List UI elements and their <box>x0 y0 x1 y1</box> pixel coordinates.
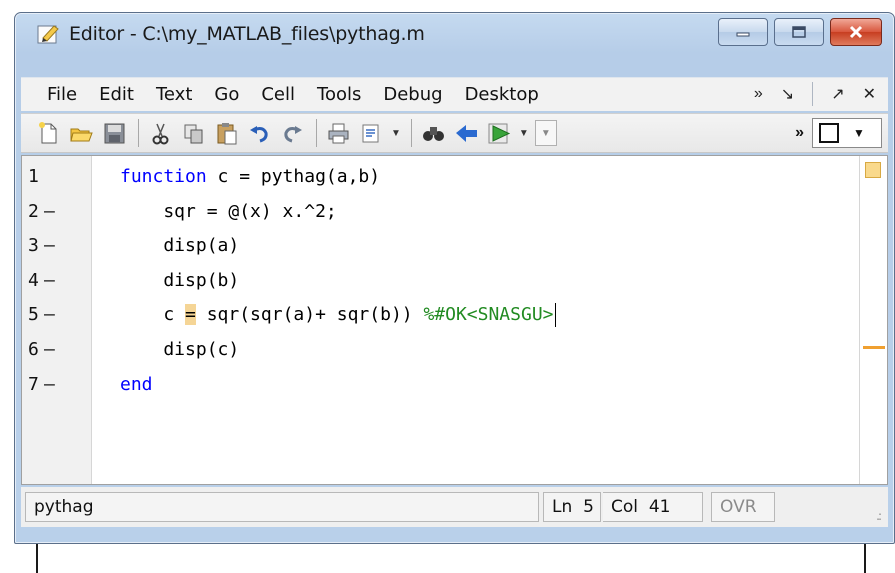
run-icon[interactable] <box>486 120 513 147</box>
code-token: c = pythag(a,b) <box>206 166 381 187</box>
col-value: 41 <box>648 497 671 517</box>
toolbar-overflow-icon[interactable]: » <box>795 124 804 142</box>
minimize-button[interactable] <box>718 18 768 46</box>
find-icon[interactable] <box>420 120 447 147</box>
menu-cell[interactable]: Cell <box>250 84 306 105</box>
message-bar <box>859 156 887 484</box>
resize-grip-icon[interactable]: .: <box>876 509 882 523</box>
overwrite-indicator: OVR <box>711 492 775 522</box>
line-number: 1 <box>28 166 39 187</box>
save-icon[interactable] <box>101 120 128 147</box>
breakpoint-marker[interactable]: — <box>44 195 55 229</box>
keyword-token: end <box>120 373 153 395</box>
chevron-down-icon: ▼ <box>853 126 865 140</box>
toolbar-separator <box>138 119 139 147</box>
code-text: c = sqr(sqr(a)+ sqr(b)) %#OK<SNASGU> <box>120 298 556 332</box>
code-token: c <box>120 304 186 326</box>
code-line[interactable]: 1 function c = pythag(a,b) <box>22 160 887 194</box>
code-token: disp(b) <box>120 269 240 291</box>
editor-window: Editor - C:\my_MATLAB_files\pythag.m Fil… <box>14 12 895 544</box>
code-line[interactable]: 2— sqr = @(x) x.^2; <box>22 195 887 229</box>
breakpoint-marker[interactable]: — <box>44 298 55 332</box>
code-line[interactable]: 3— disp(a) <box>22 229 887 263</box>
dock-icon[interactable]: ↘ <box>781 84 794 104</box>
toolbar-separator <box>316 119 317 147</box>
code-line[interactable]: 5— c = sqr(sqr(a)+ sqr(b)) %#OK<SNASGU> <box>22 298 887 332</box>
toolbar-separator <box>410 119 412 147</box>
paste-icon[interactable] <box>213 120 240 147</box>
code-text: disp(a) <box>120 229 239 263</box>
menu-separator <box>812 82 814 106</box>
breakpoint-marker[interactable]: — <box>44 229 55 263</box>
column-indicator: Col 41 <box>603 492 703 522</box>
code-analyzer-status-icon[interactable] <box>865 162 881 178</box>
breakpoint-marker[interactable]: — <box>44 368 55 402</box>
current-function: pythag <box>25 492 539 522</box>
code-line[interactable]: 4— disp(b) <box>22 264 887 298</box>
copy-icon[interactable] <box>180 120 207 147</box>
maximize-icon <box>792 26 806 38</box>
code-line[interactable]: 6— disp(c) <box>22 333 887 367</box>
menu-tools[interactable]: Tools <box>306 84 372 105</box>
code-text: disp(b) <box>120 264 239 298</box>
code-token: sqr(sqr(a)+ sqr(b)) <box>195 304 424 326</box>
code-text: sqr = @(x) x.^2; <box>120 195 337 229</box>
menu-overflow-icon[interactable]: » <box>754 85 763 103</box>
menu-edit[interactable]: Edit <box>88 84 145 105</box>
print-icon[interactable] <box>325 120 352 147</box>
new-file-icon[interactable] <box>35 120 62 147</box>
close-icon <box>849 25 863 39</box>
undock-icon[interactable]: ↗ <box>831 84 844 104</box>
background-panel <box>36 543 866 573</box>
maximize-button[interactable] <box>774 18 824 46</box>
col-label: Col <box>611 497 638 517</box>
warning-marker[interactable] <box>863 346 885 349</box>
menu-file[interactable]: File <box>21 84 88 105</box>
run-config-dropdown[interactable]: ▼ <box>534 120 557 146</box>
menu-go[interactable]: Go <box>203 84 250 105</box>
code-token: disp(a) <box>120 235 240 257</box>
text-cursor <box>554 303 556 328</box>
minimize-icon <box>736 32 750 37</box>
status-bar: pythag Ln 5 Col 41 OVR .: <box>21 487 888 527</box>
menu-text[interactable]: Text <box>145 84 203 105</box>
menu-bar: File Edit Text Go Cell Tools Debug Deskt… <box>21 77 888 111</box>
breakpoint-marker[interactable]: — <box>44 333 55 367</box>
breakpoint-marker[interactable]: — <box>44 264 55 298</box>
editor-icon <box>37 23 61 45</box>
ovr-label: OVR <box>720 497 757 517</box>
ln-value: 5 <box>583 497 594 517</box>
cut-icon[interactable] <box>147 120 174 147</box>
code-editor[interactable]: 1 function c = pythag(a,b) 2— sqr = @(x) x… <box>21 155 888 485</box>
run-dropdown-icon[interactable]: ▼ <box>519 128 529 139</box>
comment-token: %#OK<SNASGU> <box>423 304 554 326</box>
cell-mode-selector[interactable]: ▼ <box>812 118 882 148</box>
close-button[interactable] <box>830 18 882 46</box>
code-text: function c = pythag(a,b) <box>120 160 380 194</box>
window-title: Editor - C:\my_MATLAB_files\pythag.m <box>69 23 425 45</box>
title-bar[interactable]: Editor - C:\my_MATLAB_files\pythag.m <box>15 13 894 57</box>
toolbar: ▼ ▼ ▼ » ▼ <box>21 113 888 153</box>
code-text: end <box>120 368 153 402</box>
ln-label: Ln <box>552 497 573 517</box>
publish-icon[interactable] <box>358 120 385 147</box>
publish-dropdown-icon[interactable]: ▼ <box>391 128 401 139</box>
keyword-token: function <box>120 166 207 187</box>
undo-icon[interactable] <box>246 120 273 147</box>
code-line[interactable]: 7— end <box>22 368 887 402</box>
redo-icon[interactable] <box>279 120 306 147</box>
code-token: disp(c) <box>120 339 240 360</box>
code-text: disp(c) <box>120 333 239 367</box>
menu-debug[interactable]: Debug <box>372 84 453 105</box>
function-name: pythag <box>34 497 94 517</box>
menu-desktop[interactable]: Desktop <box>454 84 550 105</box>
code-token: sqr = @(x) x.^2; <box>120 200 337 222</box>
open-folder-icon[interactable] <box>68 120 95 147</box>
close-editor-icon[interactable]: ✕ <box>863 84 876 104</box>
line-indicator: Ln 5 <box>543 492 601 522</box>
checkbox-icon <box>819 123 839 143</box>
back-icon[interactable] <box>453 120 480 147</box>
highlighted-token: = <box>185 304 196 326</box>
